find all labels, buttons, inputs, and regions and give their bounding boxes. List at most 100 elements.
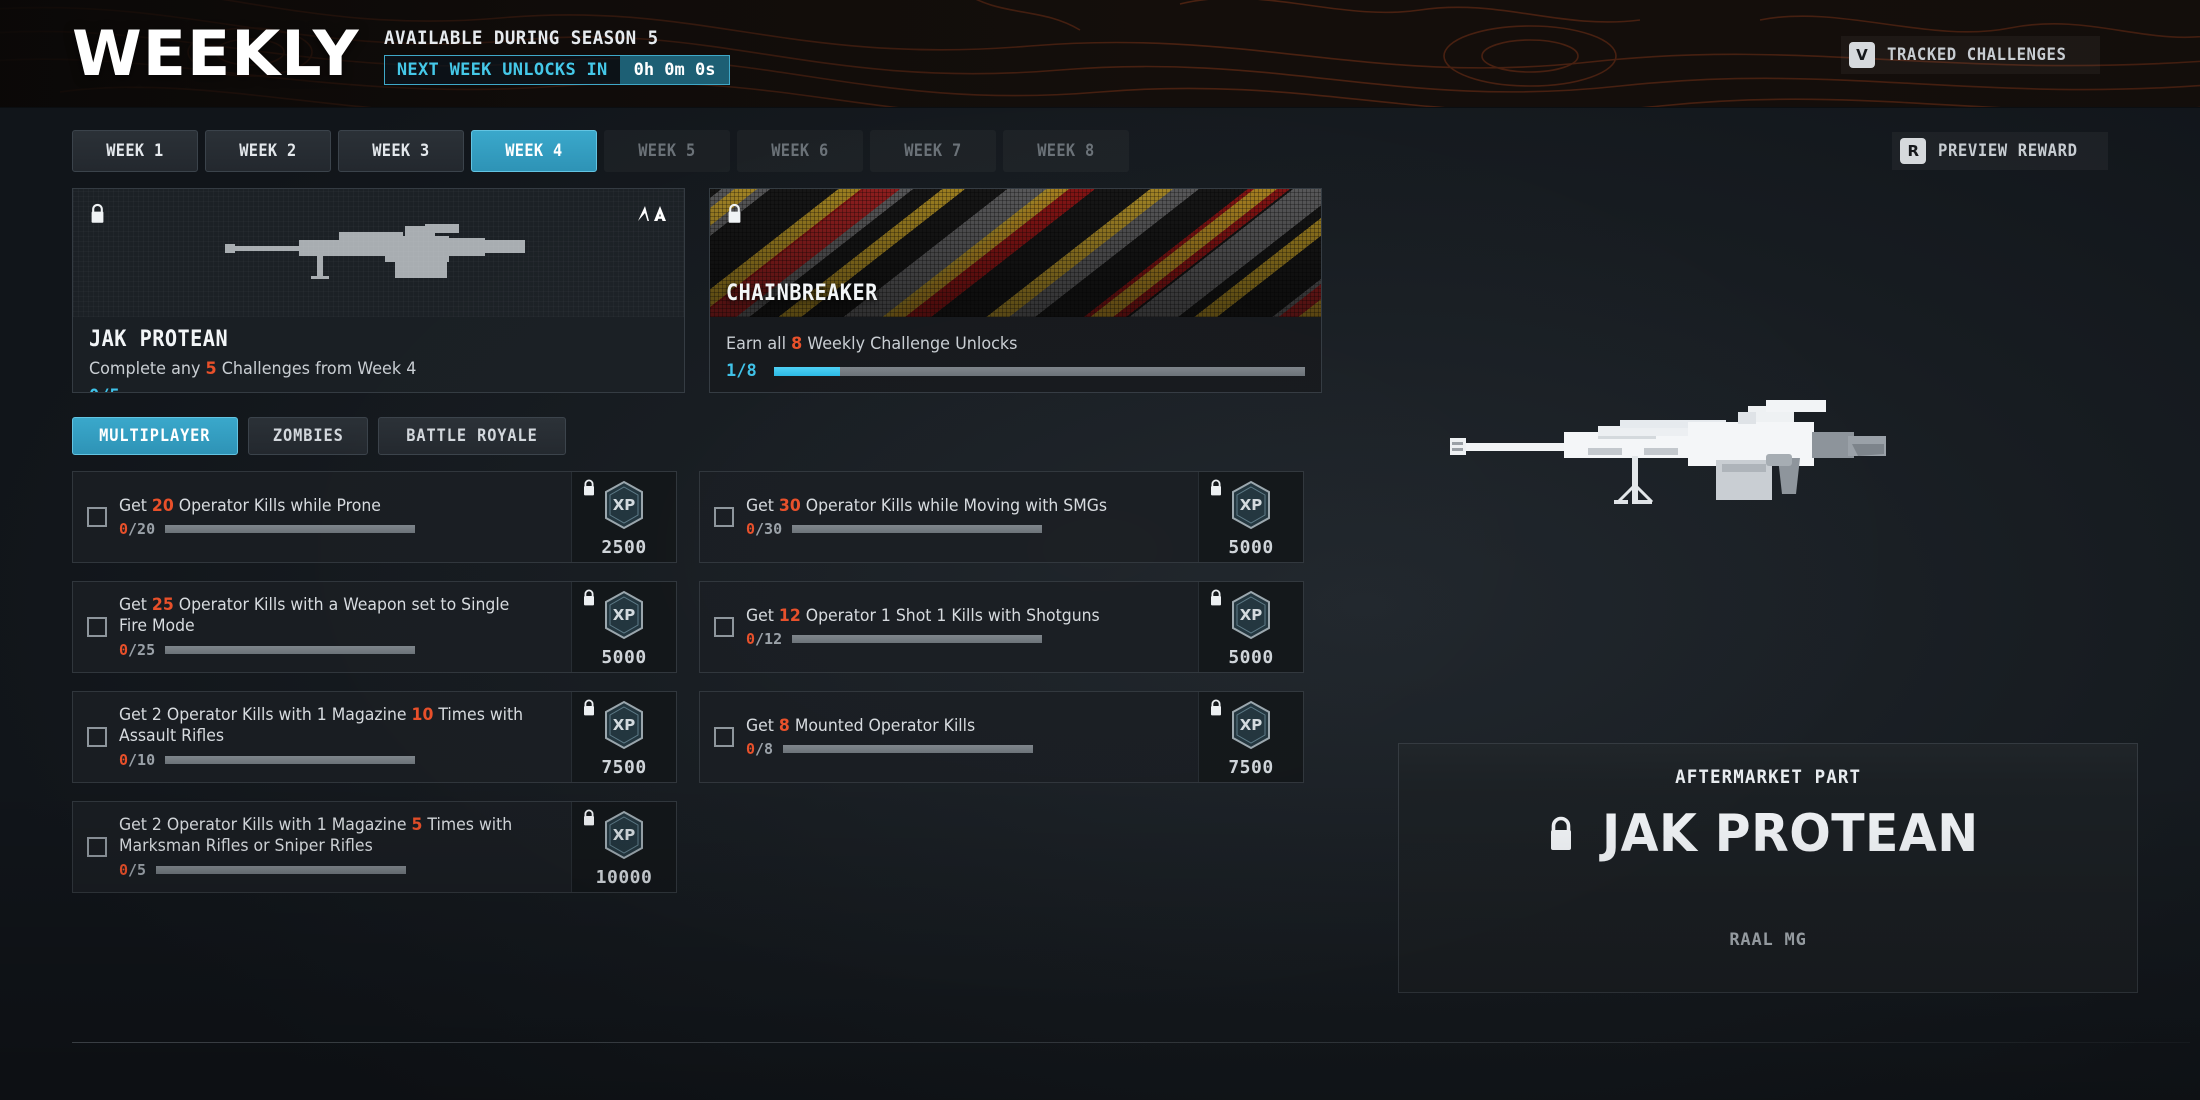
lock-icon-wrap: [1209, 479, 1223, 502]
challenge-card[interactable]: Get 12 Operator 1 Shot 1 Kills with Shot…: [699, 581, 1304, 673]
challenge-progress: 0/25: [119, 641, 559, 659]
aftermarket-part-panel: AFTERMARKET PART JAK PROTEAN RAAL MG: [1398, 743, 2138, 993]
challenge-progress: 0/30: [746, 520, 1186, 538]
xp-badge-icon: XP: [605, 480, 643, 530]
xp-amount: 7500: [1228, 757, 1274, 778]
challenge-goal-count: 10: [411, 705, 434, 725]
challenge-text: Get 12 Operator 1 Shot 1 Kills with Shot…: [746, 606, 1186, 649]
challenge-checkbox[interactable]: [87, 507, 107, 527]
week-tab-5[interactable]: WEEK 5: [604, 130, 730, 172]
reward-desc-post: Challenges from Week 4: [216, 359, 417, 379]
challenge-card[interactable]: Get 8 Mounted Operator Kills 0/8 XP 7500: [699, 691, 1304, 783]
xp-amount: 10000: [595, 867, 653, 888]
challenge-checkbox[interactable]: [714, 727, 734, 747]
challenge-main: Get 20 Operator Kills while Prone 0/20: [73, 472, 571, 562]
challenge-goal-value: /30: [755, 520, 783, 539]
xp-badge-icon: XP: [1232, 480, 1270, 530]
challenge-progress: 0/5: [119, 861, 559, 879]
season-availability-label: AVAILABLE DURING SEASON 5: [383, 26, 659, 49]
mode-tab-label: MULTIPLAYER: [99, 426, 211, 446]
challenge-description: Get 2 Operator Kills with 1 Magazine 5 T…: [119, 815, 537, 856]
week-tab-3[interactable]: WEEK 3: [338, 130, 464, 172]
challenge-progress-bar: [792, 635, 1043, 644]
lock-icon: [1211, 479, 1221, 496]
week-tab-label: WEEK 6: [771, 141, 829, 161]
week-tab-label: WEEK 1: [106, 141, 164, 161]
svg-text:XP: XP: [1240, 496, 1263, 514]
challenge-text: Get 20 Operator Kills while Prone 0/20: [119, 496, 559, 538]
challenge-current-value: 0: [746, 740, 756, 759]
reward-name: CHAINBREAKER: [726, 281, 878, 306]
reward-card-jak-protean[interactable]: JAK PROTEAN Complete any 5 Challenges fr…: [72, 188, 685, 393]
challenge-main: Get 2 Operator Kills with 1 Magazine 5 T…: [73, 802, 571, 892]
mode-tab-multiplayer[interactable]: MULTIPLAYER: [72, 417, 238, 455]
main-content: JAK PROTEAN Complete any 5 Challenges fr…: [0, 172, 2200, 993]
aftermarket-weapon-name: RAAL MG: [1729, 930, 1807, 950]
lock-icon: [1550, 816, 1571, 850]
xp-amount: 5000: [1228, 537, 1274, 558]
key-v-icon: V: [1848, 42, 1875, 68]
week-tab-1[interactable]: WEEK 1: [72, 130, 198, 172]
aftermarket-title: JAK PROTEAN: [1601, 804, 1979, 864]
mode-tab-label: ZOMBIES: [272, 426, 344, 446]
challenge-progress-text: 0/10: [119, 751, 155, 769]
challenge-description: Get 20 Operator Kills while Prone: [119, 496, 537, 517]
challenge-goal-value: /25: [128, 640, 156, 659]
challenge-description: Get 30 Operator Kills while Moving with …: [746, 496, 1164, 517]
page-header: WEEKLY AVAILABLE DURING SEASON 5 NEXT WE…: [0, 0, 2200, 108]
weekly-challenges-screen: WEEKLY AVAILABLE DURING SEASON 5 NEXT WE…: [0, 0, 2200, 1100]
challenge-goal-count: 25: [151, 595, 174, 615]
aftermarket-title-row: JAK PROTEAN: [1399, 804, 2137, 864]
challenge-card[interactable]: Get 2 Operator Kills with 1 Magazine 5 T…: [72, 801, 677, 893]
lock-icon-wrap: [582, 589, 596, 612]
challenge-checkbox[interactable]: [714, 617, 734, 637]
week-tab-8[interactable]: WEEK 8: [1003, 130, 1129, 172]
svg-text:XP: XP: [613, 606, 636, 624]
lock-icon-wrap: [582, 479, 596, 502]
week-tab-4[interactable]: WEEK 4: [471, 130, 597, 172]
xp-amount: 5000: [601, 647, 647, 668]
challenge-goal-value: /5: [128, 860, 147, 879]
lock-icon: [584, 809, 594, 826]
challenge-desc-text: Get: [746, 715, 779, 735]
activision-logo-icon: [638, 206, 666, 221]
tracked-challenges-button[interactable]: V TRACKED CHALLENGES: [1840, 36, 2100, 74]
challenge-goal-value: /8: [755, 740, 774, 759]
lock-icon: [1211, 589, 1221, 606]
reward-body: JAK PROTEAN Complete any 5 Challenges fr…: [73, 317, 684, 392]
challenge-goal-count: 8: [778, 715, 790, 735]
challenge-checkbox[interactable]: [87, 727, 107, 747]
week-tab-7[interactable]: WEEK 7: [870, 130, 996, 172]
week-tab-6[interactable]: WEEK 6: [737, 130, 863, 172]
challenge-desc-text: Get: [746, 605, 779, 625]
bottom-divider: [72, 1042, 2190, 1043]
challenge-card[interactable]: Get 2 Operator Kills with 1 Magazine 10 …: [72, 691, 677, 783]
challenge-checkbox[interactable]: [87, 837, 107, 857]
challenge-card[interactable]: Get 20 Operator Kills while Prone 0/20 XP…: [72, 471, 677, 563]
next-week-unlock-timer: NEXT WEEK UNLOCKS IN 0h 0m 0s: [383, 54, 731, 85]
challenge-progress-bar: [165, 645, 416, 654]
challenge-desc-text: Get 2 Operator Kills with 1 Magazine: [119, 705, 412, 725]
challenge-card[interactable]: Get 30 Operator Kills while Moving with …: [699, 471, 1304, 563]
preview-reward-button[interactable]: R PREVIEW REWARD: [1892, 132, 2108, 170]
unlock-timer-value: 0h 0m 0s: [619, 55, 730, 84]
challenge-desc-text: Get: [119, 595, 152, 615]
challenge-checkbox[interactable]: [87, 617, 107, 637]
reward-description: Earn all 8 Weekly Challenge Unlocks: [726, 334, 1270, 354]
xp-badge-icon: XP: [605, 590, 643, 640]
challenge-current-value: 0: [119, 640, 129, 659]
mode-tab-label: BATTLE ROYALE: [406, 426, 539, 446]
challenge-desc-text: Operator Kills while Prone: [173, 495, 381, 515]
challenge-reward: XP 5000: [1198, 582, 1303, 672]
challenge-card[interactable]: Get 25 Operator Kills with a Weapon set …: [72, 581, 677, 673]
xp-badge-icon: XP: [1232, 700, 1270, 750]
challenge-progress-text: 0/30: [746, 520, 782, 538]
challenge-progress: 0/20: [119, 520, 559, 538]
challenge-desc-text: Mounted Operator Kills: [789, 715, 976, 735]
week-tab-2[interactable]: WEEK 2: [205, 130, 331, 172]
tracked-challenges-label: TRACKED CHALLENGES: [1886, 45, 2067, 65]
mode-tab-zombies[interactable]: ZOMBIES: [247, 417, 369, 455]
mode-tab-battle-royale[interactable]: BATTLE ROYALE: [378, 417, 567, 455]
challenge-checkbox[interactable]: [714, 507, 734, 527]
reward-card-chainbreaker[interactable]: CHAINBREAKER Earn all 8 Weekly Challenge…: [709, 188, 1322, 393]
